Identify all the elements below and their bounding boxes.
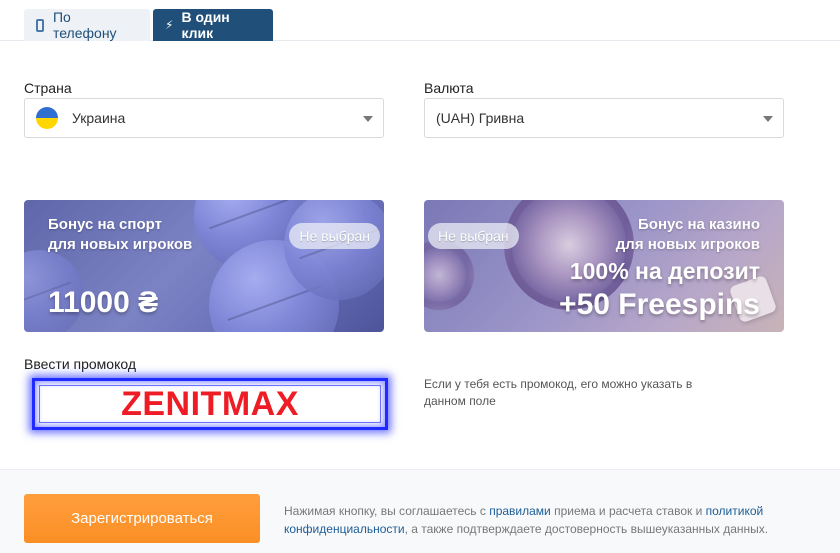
casino-bonus-title-line2: для новых игроков bbox=[615, 236, 760, 253]
register-button[interactable]: Зарегистрироваться bbox=[24, 494, 260, 543]
promo-code-value: ZENITMAX bbox=[121, 384, 299, 423]
ukraine-flag-icon bbox=[36, 107, 58, 129]
casino-bonus-status: Не выбран bbox=[428, 223, 519, 249]
chevron-down-icon bbox=[363, 116, 373, 122]
country-value: Украина bbox=[72, 110, 126, 126]
roulette-image bbox=[424, 240, 474, 310]
casino-bonus-title-line1: Бонус на казино bbox=[638, 216, 760, 233]
agreement-text: Нажимая кнопку, вы соглашаетесь с правил… bbox=[284, 502, 824, 538]
tab-by-phone-label: По телефону bbox=[52, 9, 117, 41]
agreement-text-part: , а также подтверждаете достоверность вы… bbox=[404, 522, 769, 536]
promo-code-input[interactable]: ZENITMAX bbox=[32, 378, 388, 430]
tab-by-phone[interactable]: По телефону bbox=[24, 9, 150, 41]
agreement-text-part: приема и расчета ставок и bbox=[550, 504, 706, 518]
tab-one-click-label: В один клик bbox=[181, 9, 230, 41]
chevron-down-icon bbox=[763, 116, 773, 122]
promo-hint: Если у тебя есть промокод, его можно ука… bbox=[424, 377, 693, 408]
lightning-icon: ⚡ bbox=[165, 18, 174, 32]
phone-icon bbox=[36, 18, 44, 32]
casino-bonus-card[interactable]: Не выбран Бонус на казино для новых игро… bbox=[424, 200, 784, 332]
agreement-text-part: Нажимая кнопку, вы соглашаетесь с bbox=[284, 504, 490, 518]
sport-bonus-card[interactable]: Бонус на спорт для новых игроков Не выбр… bbox=[24, 200, 384, 332]
currency-value: (UAH) Гривна bbox=[436, 110, 525, 126]
tab-one-click[interactable]: ⚡ В один клик bbox=[153, 9, 273, 41]
promo-label: Ввести промокод bbox=[24, 356, 137, 372]
country-select[interactable]: Украина bbox=[24, 98, 384, 138]
casino-bonus-title: Бонус на казино для новых игроков bbox=[616, 215, 760, 255]
sport-bonus-amount: 11000 ₴ bbox=[48, 286, 159, 319]
casino-bonus-amount-line1: 100% на депозит bbox=[569, 258, 760, 284]
rules-link[interactable]: правилами bbox=[489, 504, 551, 518]
sport-bonus-status: Не выбран bbox=[289, 223, 380, 249]
casino-bonus-amount-line2: +50 Freespins bbox=[559, 288, 760, 321]
currency-label: Валюта bbox=[424, 80, 474, 96]
registration-tabs: По телефону ⚡ В один клик bbox=[0, 0, 840, 41]
country-label: Страна bbox=[24, 80, 72, 96]
currency-select[interactable]: (UAH) Гривна bbox=[424, 98, 784, 138]
sport-bonus-title-line2: для новых игроков bbox=[48, 236, 193, 253]
sport-bonus-title-line1: Бонус на спорт bbox=[48, 216, 162, 233]
sport-bonus-title: Бонус на спорт для новых игроков bbox=[48, 215, 192, 255]
